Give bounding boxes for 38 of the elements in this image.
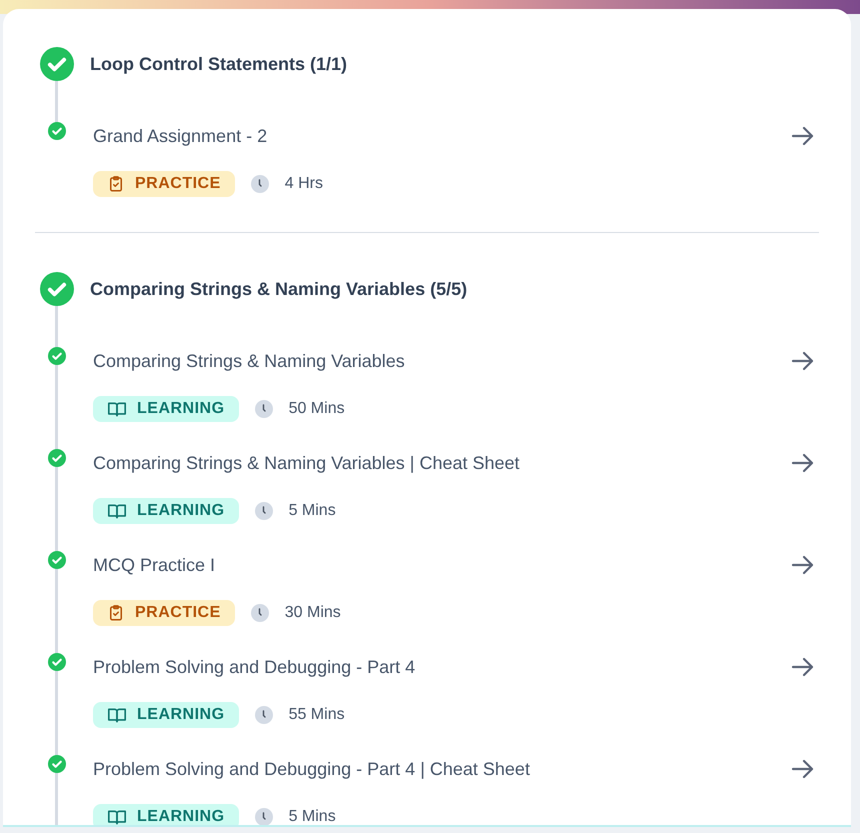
arrow-right-icon[interactable] [791,656,815,678]
duration-text: 4 Hrs [284,174,324,194]
clock-icon [254,400,273,418]
module-title: Loop Control Statements (1/1) [90,52,348,76]
arrow-right-icon[interactable] [791,125,815,147]
item-title[interactable]: Problem Solving and Debugging - Part 4 | Cheat Sheet [93,756,530,782]
item-title[interactable]: Problem Solving and Debugging - Part 4 [93,654,416,680]
arrow-right-icon[interactable] [791,350,815,372]
duration-text: 5 Mins [288,807,336,825]
item-title[interactable]: Comparing Strings & Naming Variables [93,348,405,374]
learning-tag: LEARNING [93,702,239,728]
item-title[interactable]: Comparing Strings & Naming Variables | Cheat Sheet [93,450,520,476]
item-title[interactable]: MCQ Practice I [93,552,216,578]
module-title: Comparing Strings & Naming Variables (5/5) [90,278,468,301]
learning-tag: LEARNING [93,396,239,422]
learning-tag: LEARNING [93,804,239,825]
book-icon [107,706,127,724]
book-icon [107,808,127,825]
clock-icon [254,502,273,520]
clock-icon [254,808,273,825]
duration-text: 30 Mins [284,603,341,623]
clipboard-check-icon [107,175,125,193]
item-title[interactable]: Grand Assignment - 2 [93,122,268,150]
arrow-right-icon[interactable] [791,554,815,576]
duration-text: 5 Mins [288,501,336,521]
practice-tag: PRACTICE [93,600,235,626]
clipboard-check-icon [107,604,125,622]
clock-icon [254,706,273,724]
book-icon [107,400,127,418]
clock-icon [250,175,269,193]
duration-text: 50 Mins [288,399,345,419]
practice-tag: PRACTICE [93,171,235,197]
book-icon [107,502,127,520]
duration-text: 55 Mins [288,705,345,725]
arrow-right-icon[interactable] [791,758,815,780]
learning-tag: LEARNING [93,498,239,524]
arrow-right-icon[interactable] [791,452,815,474]
clock-icon [250,604,269,622]
